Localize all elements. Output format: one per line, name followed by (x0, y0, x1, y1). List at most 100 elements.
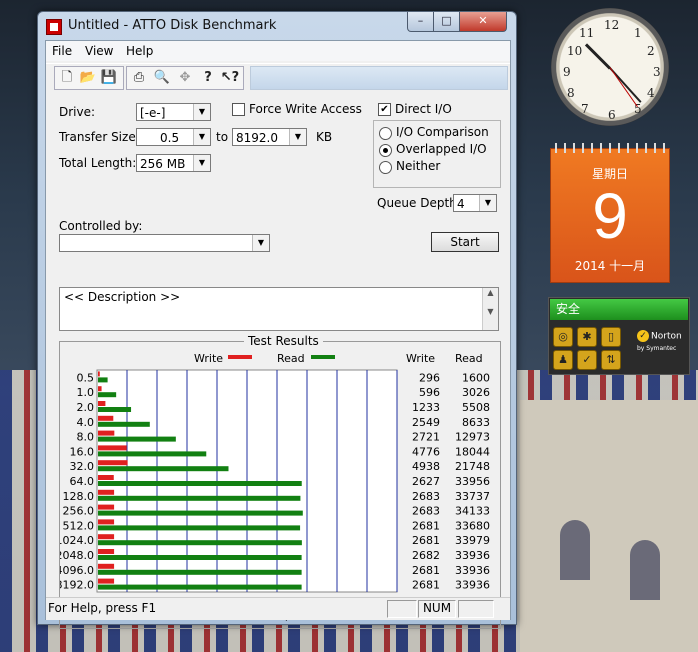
category-label: 1024.0 (60, 534, 94, 547)
menu-help[interactable]: Help (126, 44, 153, 58)
calendar-gadget[interactable]: 星期日 9 2014 十一月 (550, 143, 670, 283)
print-preview-icon[interactable]: 🔍 (152, 68, 172, 88)
transfer-size-label: Transfer Size: (59, 130, 140, 144)
write-value: 596 (419, 386, 440, 399)
norton-gadget[interactable]: 安全 ◎ ✱ ▯ ♟ ✓ ⇅ ✓ Norton by Symantec (548, 297, 690, 375)
menu-view[interactable]: View (85, 44, 113, 58)
overlapped-io-radio[interactable] (379, 144, 392, 157)
transfer-to-value: 8192.0 (236, 131, 278, 145)
church-building (520, 400, 698, 652)
category-label: 1.0 (77, 386, 95, 399)
clock-gadget[interactable]: 12 1 2 3 4 5 6 7 8 9 10 11 (551, 8, 669, 126)
read-bar (98, 407, 132, 412)
write-bar (98, 563, 115, 569)
write-value: 2681 (412, 579, 440, 592)
chevron-down-icon[interactable]: ▼ (193, 129, 210, 145)
force-write-checkbox[interactable] (232, 103, 245, 116)
description-scrollbar[interactable]: ▲ ▼ (482, 288, 498, 330)
norton-brand: Norton (651, 331, 682, 342)
read-value: 21748 (455, 460, 490, 473)
network-icon[interactable]: ◎ (553, 327, 573, 347)
read-value: 12973 (455, 431, 490, 444)
read-bar (98, 421, 150, 427)
read-bar (98, 481, 302, 486)
move-icon[interactable]: ✥ (175, 68, 195, 88)
benchmark-form: Drive: [-e-] ▼ Force Write Access ✔ Dire… (46, 93, 510, 629)
neither-radio[interactable] (379, 161, 392, 174)
transfer-to-select[interactable]: 8192.0 ▼ (232, 128, 307, 146)
total-length-select[interactable]: 256 MB ▼ (136, 154, 211, 172)
chevron-down-icon[interactable]: ▼ (252, 235, 269, 251)
write-bar (98, 386, 102, 392)
toolbar-tools-group: ⎙ 🔍 ✥ ? ↖? (126, 66, 244, 90)
write-bar (98, 401, 106, 406)
minimize-button[interactable]: – (407, 12, 434, 32)
clock-numeral: 3 (653, 65, 661, 79)
write-bar (98, 549, 115, 554)
write-value: 2721 (412, 431, 440, 444)
category-label: 16.0 (70, 445, 95, 458)
open-icon[interactable]: 📂 (78, 68, 98, 88)
write-value: 2549 (412, 416, 440, 429)
title-bar[interactable]: Untitled - ATTO Disk Benchmark – □ ✕ (38, 12, 516, 40)
read-bar (98, 495, 301, 501)
io-comparison-radio[interactable] (379, 127, 392, 140)
category-label: 32.0 (70, 460, 95, 473)
read-bar (98, 392, 117, 398)
io-comparison-label: I/O Comparison (396, 125, 489, 139)
help-icon[interactable]: ? (198, 68, 218, 88)
status-scrl-indicator (458, 600, 494, 618)
drive-select[interactable]: [-e-] ▼ (136, 103, 211, 121)
overlapped-io-label: Overlapped I/O (396, 142, 487, 156)
device-icon[interactable]: ▯ (601, 327, 621, 347)
check-icon[interactable]: ✓ (577, 350, 597, 370)
test-results-group: Test Results 05101520253035404550Transfe… (59, 334, 501, 629)
read-bar (98, 525, 301, 531)
description-box[interactable]: << Description >> ▲ ▼ (59, 287, 499, 331)
category-label: 8192.0 (60, 579, 94, 592)
scroll-up-icon[interactable]: ▲ (483, 288, 498, 297)
context-help-icon[interactable]: ↖? (220, 68, 240, 88)
toolbar: 🗋 📂 💾 ⎙ 🔍 ✥ ? ↖? (46, 63, 510, 92)
close-button[interactable]: ✕ (459, 12, 507, 32)
status-num-indicator: NUM (418, 600, 456, 618)
chevron-down-icon[interactable]: ▼ (193, 104, 210, 120)
read-column-header: Read (455, 352, 483, 365)
read-value: 33956 (455, 475, 490, 488)
transfer-from-select[interactable]: 0.5 ▼ (136, 128, 211, 146)
save-icon[interactable]: 💾 (99, 68, 119, 88)
menu-file[interactable]: File (52, 44, 72, 58)
queue-depth-label: Queue Depth: (377, 196, 461, 210)
scroll-down-icon[interactable]: ▼ (483, 307, 498, 316)
new-icon[interactable]: 🗋 (57, 68, 77, 88)
clock-numeral: 7 (581, 102, 589, 116)
status-help-text: For Help, press F1 (48, 601, 157, 615)
write-bar (98, 489, 115, 495)
maximize-button[interactable]: □ (433, 12, 460, 32)
read-bar (98, 584, 302, 590)
start-button[interactable]: Start (431, 232, 499, 252)
status-bar: For Help, press F1 NUM (46, 597, 510, 620)
update-icon[interactable]: ⇅ (601, 350, 621, 370)
settings-icon[interactable]: ✱ (577, 327, 597, 347)
chevron-down-icon[interactable]: ▼ (289, 129, 306, 145)
identity-icon[interactable]: ♟ (553, 350, 573, 370)
read-value: 33936 (455, 579, 490, 592)
status-num-text: NUM (422, 601, 452, 615)
calendar-day: 9 (592, 180, 628, 252)
write-bar (98, 475, 114, 480)
print-icon[interactable]: ⎙ (129, 68, 149, 88)
clock-numeral: 12 (604, 18, 620, 32)
chevron-down-icon[interactable]: ▼ (479, 195, 496, 211)
category-label: 256.0 (63, 505, 95, 518)
write-value: 2681 (412, 534, 440, 547)
write-bar (98, 504, 115, 510)
write-value: 4938 (412, 460, 440, 473)
category-label: 2.0 (77, 401, 95, 414)
direct-io-checkbox[interactable]: ✔ (378, 103, 391, 116)
queue-depth-select[interactable]: 4 ▼ (453, 194, 497, 212)
chevron-down-icon[interactable]: ▼ (193, 155, 210, 171)
calendar-rings (551, 143, 669, 153)
read-value: 33936 (455, 564, 490, 577)
controlled-by-select[interactable]: ▼ (59, 234, 270, 252)
